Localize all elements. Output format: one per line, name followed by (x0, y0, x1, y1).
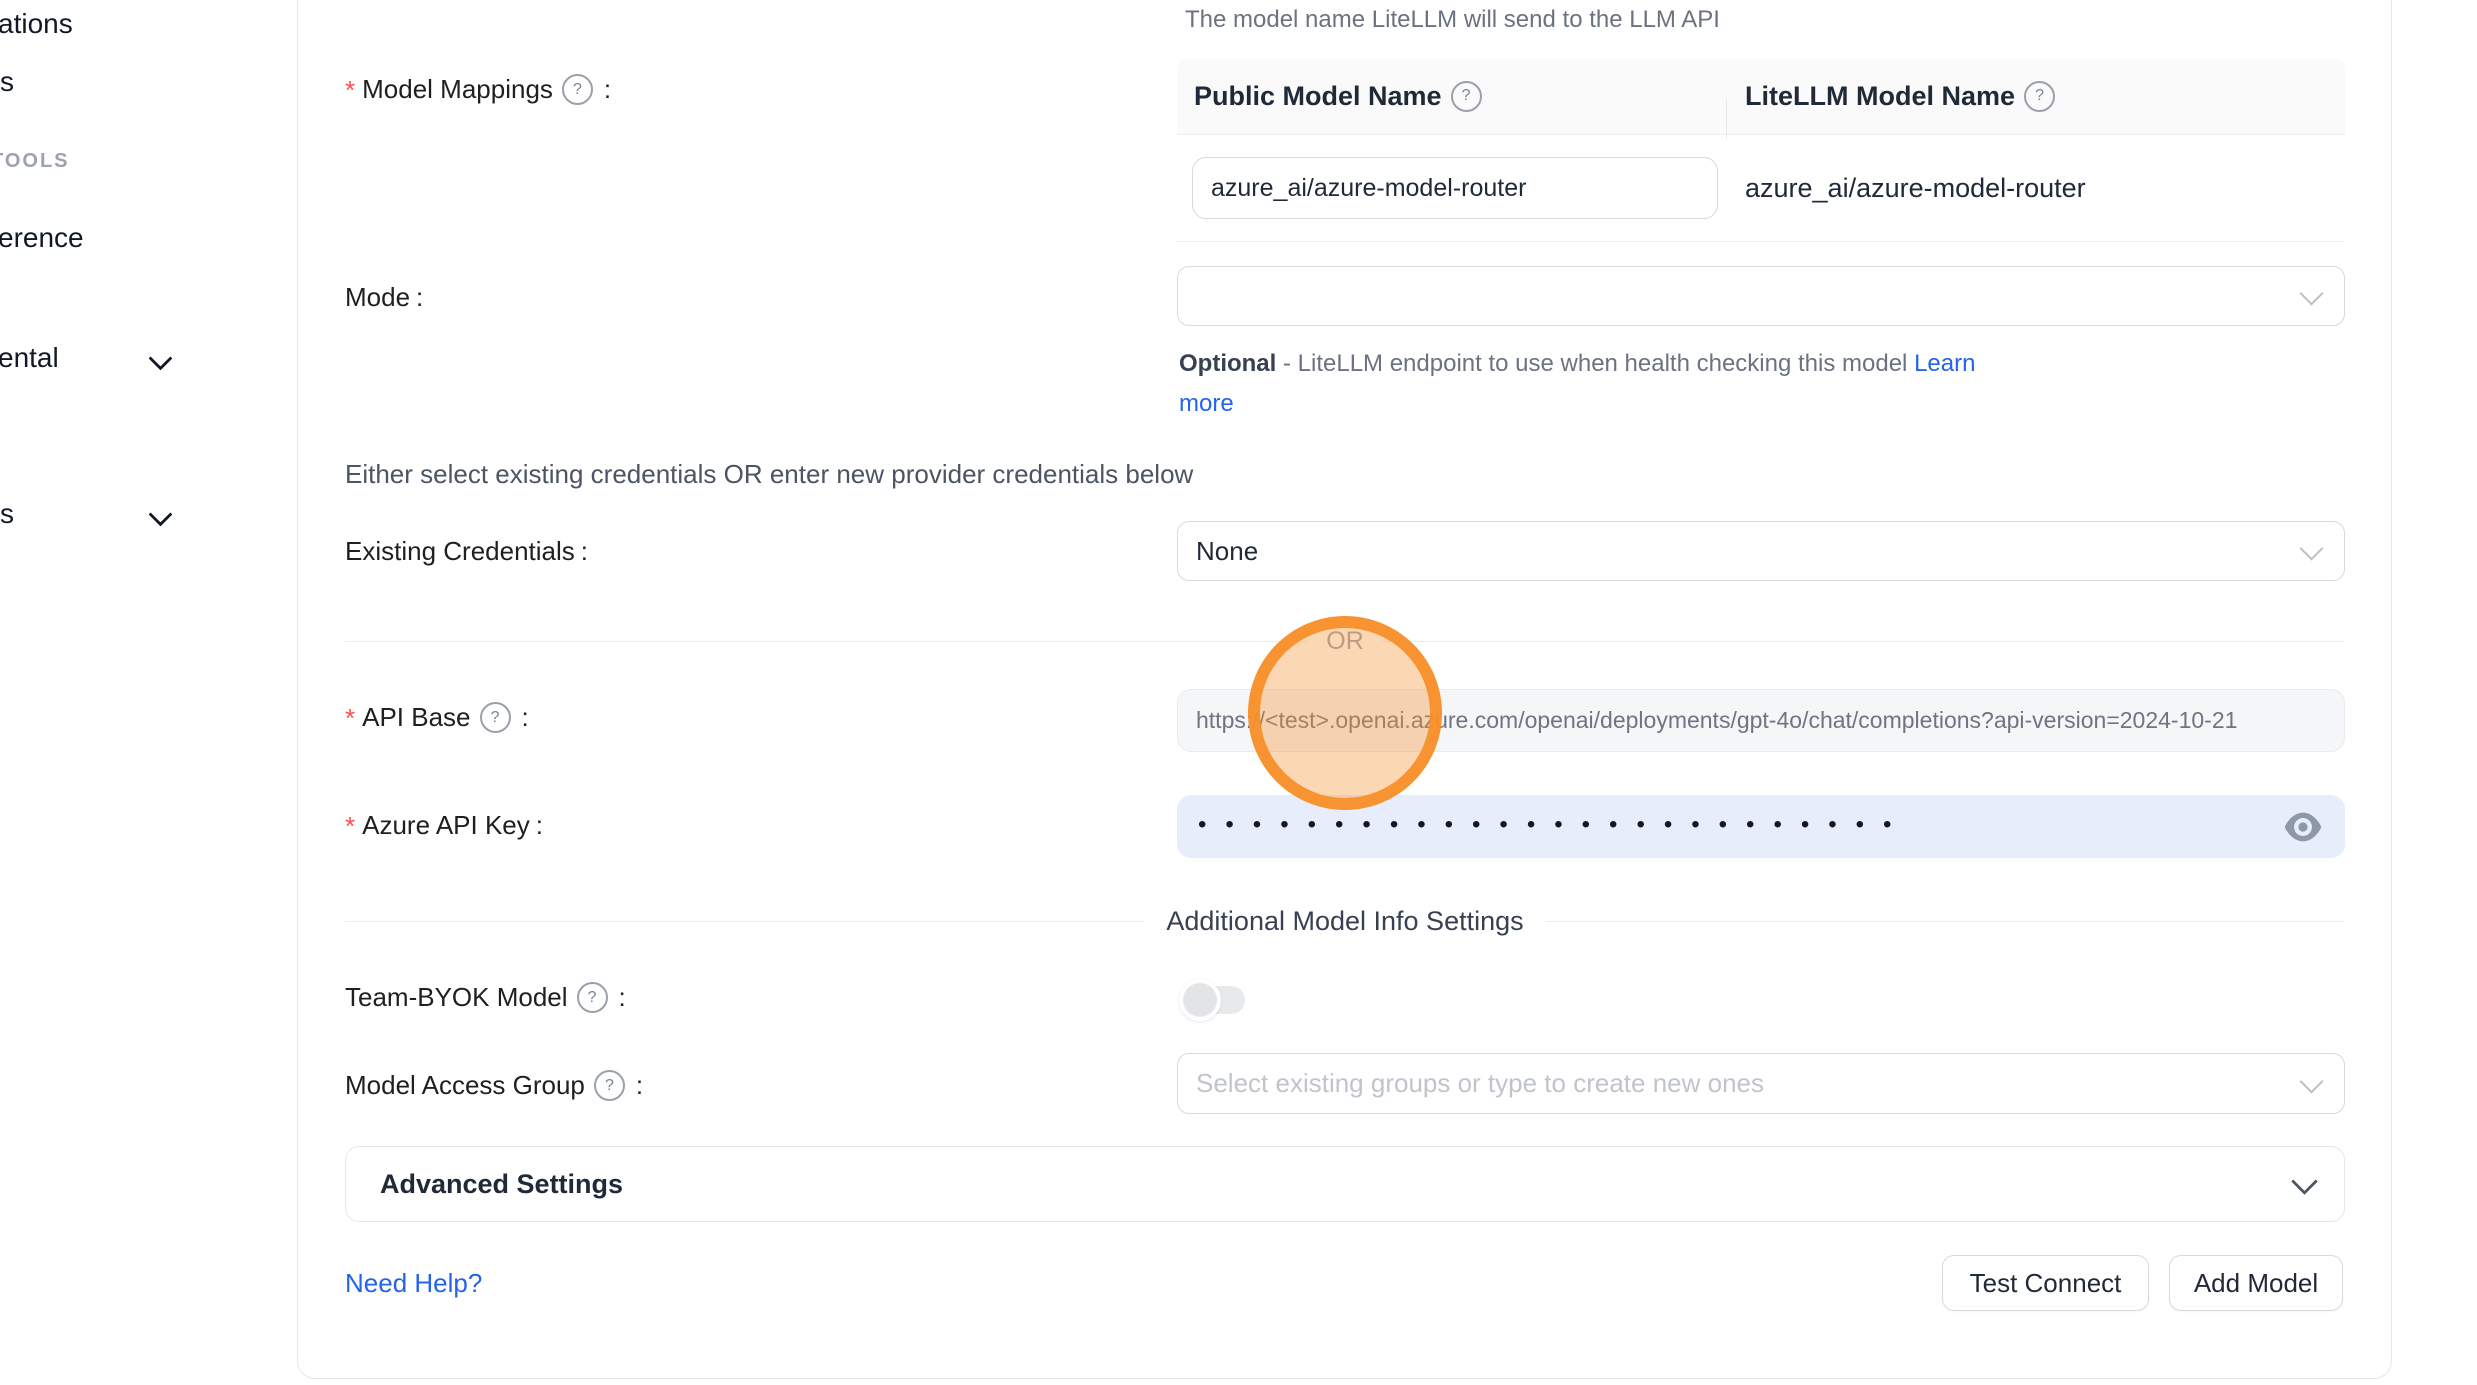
required-marker: * (345, 813, 355, 839)
team-byok-toggle[interactable] (1183, 986, 1245, 1014)
model-mappings-label: * Model Mappings ? : (345, 74, 611, 105)
add-model-page: ations s TOOLS erence ental s The model … (0, 0, 2477, 1385)
model-access-group-select[interactable]: Select existing groups or type to create… (1177, 1053, 2345, 1114)
table-row: azure_ai/azure-model-router (1177, 135, 2345, 242)
help-icon[interactable]: ? (1451, 81, 1482, 112)
add-model-button[interactable]: Add Model (2169, 1255, 2343, 1311)
toggle-knob (1179, 979, 1221, 1021)
chevron-down-icon[interactable] (148, 346, 172, 370)
sidebar-nav: ations s TOOLS erence ental s (0, 0, 297, 1385)
litellm-model-name-value: azure_ai/azure-model-router (1745, 173, 2086, 203)
existing-credentials-value: None (1196, 536, 1258, 567)
chevron-down-icon (2299, 1069, 2323, 1093)
help-icon[interactable]: ? (594, 1070, 625, 1101)
chevron-down-icon[interactable] (148, 502, 172, 526)
chevron-down-icon (2291, 1168, 2318, 1195)
chevron-down-icon (2299, 281, 2323, 305)
help-icon[interactable]: ? (2024, 81, 2055, 112)
required-marker: * (345, 705, 355, 731)
existing-credentials-select[interactable]: None (1177, 521, 2345, 581)
credentials-note: Either select existing credentials OR en… (345, 459, 1193, 490)
table-header-row: Public Model Name ? LiteLLM Model Name ? (1177, 58, 2345, 135)
advanced-settings-expander[interactable]: Advanced Settings (345, 1146, 2345, 1222)
sidebar-section-tools: TOOLS (0, 150, 70, 173)
click-highlight-annotation (1248, 616, 1442, 810)
column-divider (1726, 99, 1727, 139)
sidebar-item-organizations[interactable]: ations (0, 8, 73, 40)
column-header-public-model-name: Public Model Name ? (1194, 81, 1727, 112)
test-connect-button[interactable]: Test Connect (1942, 1255, 2149, 1311)
sidebar-item-inference[interactable]: erence (0, 222, 84, 254)
additional-settings-divider: Additional Model Info Settings (345, 903, 2345, 939)
eye-icon[interactable] (2283, 811, 2323, 843)
need-help-link[interactable]: Need Help? (345, 1268, 482, 1299)
chevron-down-icon (2299, 536, 2323, 560)
model-name-hint: The model name LiteLLM will send to the … (1185, 6, 1720, 34)
model-access-group-label: Model Access Group ? : (345, 1070, 643, 1101)
help-icon[interactable]: ? (480, 702, 511, 733)
existing-credentials-label: Existing Credentials : (345, 536, 588, 567)
mode-helper-text: Optional - LiteLLM endpoint to use when … (1179, 344, 2024, 424)
api-base-label: * API Base ? : (345, 702, 529, 733)
sidebar-item[interactable]: s (0, 66, 14, 98)
azure-api-key-label: * Azure API Key : (345, 810, 543, 841)
help-icon[interactable]: ? (577, 982, 608, 1013)
mode-label: Mode : (345, 282, 423, 313)
column-header-litellm-model-name: LiteLLM Model Name ? (1745, 81, 2345, 112)
sidebar-item-settings[interactable]: s (0, 498, 14, 530)
sidebar-item-experimental[interactable]: ental (0, 342, 59, 374)
mode-select[interactable] (1177, 266, 2345, 326)
public-model-name-input[interactable] (1192, 157, 1718, 219)
model-mappings-table: Public Model Name ? LiteLLM Model Name ?… (1177, 58, 2345, 242)
masked-api-key: •••••••••••••••••••••••••• (1198, 813, 1910, 837)
additional-settings-divider-text: Additional Model Info Settings (1166, 906, 1523, 937)
model-access-group-placeholder: Select existing groups or type to create… (1196, 1068, 1764, 1099)
advanced-settings-title: Advanced Settings (380, 1169, 623, 1200)
help-icon[interactable]: ? (562, 74, 593, 105)
required-marker: * (345, 77, 355, 103)
team-byok-label: Team-BYOK Model ? : (345, 982, 626, 1013)
